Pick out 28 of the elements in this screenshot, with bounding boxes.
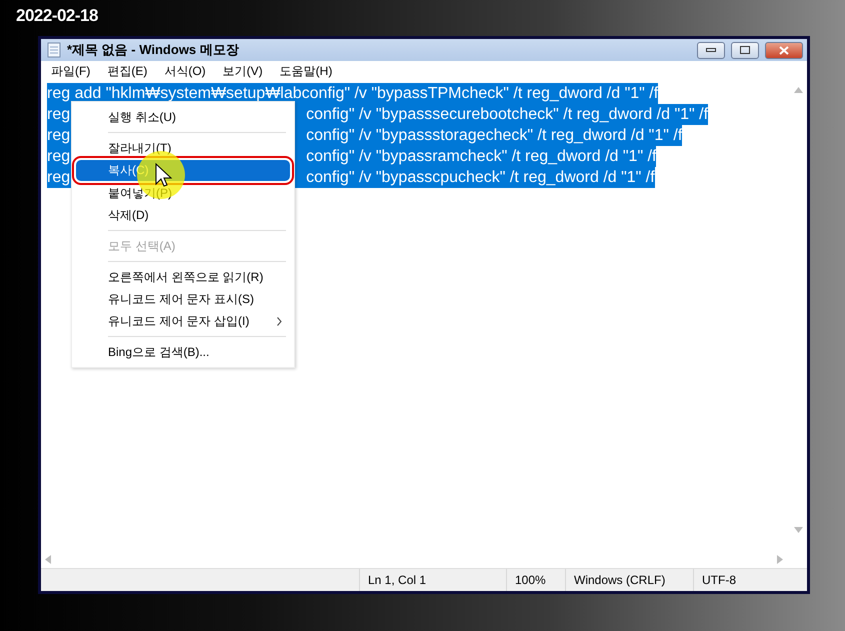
menu-bar-item[interactable]: 도움말(H) [280, 62, 332, 80]
minimize-button[interactable] [697, 42, 725, 58]
scroll-left-icon[interactable] [45, 555, 51, 564]
close-button[interactable] [765, 42, 803, 58]
menu-bar-item[interactable]: 보기(V) [222, 62, 263, 80]
status-bar-cell: Windows (CRLF) [565, 569, 693, 591]
context-menu-item[interactable]: 유니코드 제어 문자 삽입(I) [76, 310, 290, 332]
scroll-up-icon[interactable] [794, 87, 803, 93]
scroll-down-icon[interactable] [794, 527, 803, 533]
menu-bar-item[interactable]: 서식(O) [164, 62, 206, 80]
minimize-icon [706, 48, 716, 52]
scroll-right-icon[interactable] [777, 555, 783, 564]
context-menu-item[interactable]: 삭제(D) [76, 204, 290, 226]
menu-bar-item[interactable]: 편집(E) [107, 62, 148, 80]
date-caption: 2022-02-18 [16, 6, 98, 27]
window-title: *제목 없음 - Windows 메모장 [67, 41, 240, 59]
status-bar-cell: UTF-8 [693, 569, 807, 591]
context-menu-item[interactable]: 실행 취소(U) [76, 106, 290, 128]
notepad-icon [47, 42, 61, 58]
maximize-icon [740, 46, 750, 54]
maximize-button[interactable] [731, 42, 759, 58]
close-icon [779, 46, 789, 54]
context-menu-item[interactable]: 오른쪽에서 왼쪽으로 읽기(R) [76, 266, 290, 288]
menu-bar-item[interactable]: 파일(F) [51, 62, 90, 80]
context-menu-item[interactable]: 유니코드 제어 문자 표시(S) [76, 288, 290, 310]
context-menu-item[interactable]: Bing으로 검색(B)... [76, 341, 290, 363]
status-bar-cell: Ln 1, Col 1 [359, 569, 506, 591]
status-bar-cell: 100% [506, 569, 565, 591]
